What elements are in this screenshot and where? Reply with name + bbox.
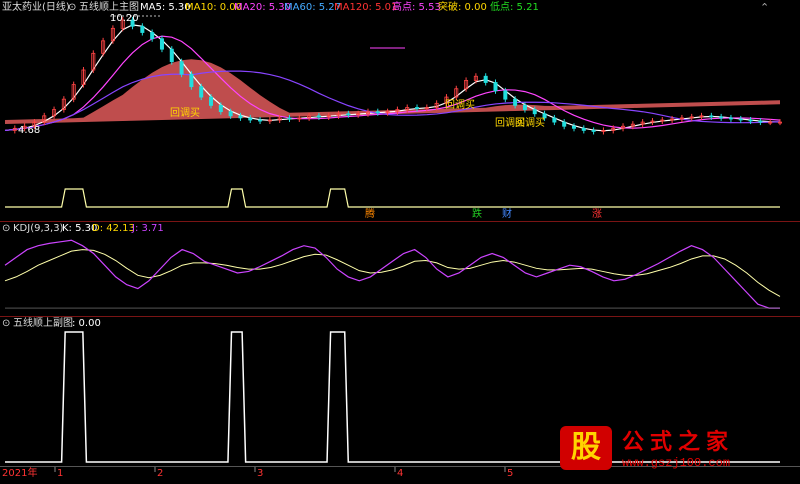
candle-body: [238, 115, 243, 119]
candle-body: [179, 61, 184, 75]
marker-die: 跌: [472, 209, 482, 220]
candle-body: [140, 25, 145, 33]
collapse-icon[interactable]: ⌃: [760, 2, 769, 14]
candle-body: [591, 130, 596, 132]
candle-body: [169, 48, 174, 63]
stock-name[interactable]: 亚太药业(日线): [2, 2, 70, 14]
marker-cai: 财: [502, 209, 512, 220]
candle-body: [287, 117, 292, 120]
month-label: 4: [397, 468, 404, 479]
month-label: 1: [57, 468, 64, 479]
kdj-d-line: [4, 249, 781, 297]
candle-body: [758, 120, 763, 123]
candle-body: [532, 109, 537, 115]
candle-body: [209, 96, 214, 106]
candle-body: [199, 86, 204, 98]
candle-body: [150, 32, 155, 40]
ma20-label: MA20: 5.30: [234, 2, 292, 13]
kdj-k-line: [4, 239, 780, 309]
breakout-label: 突破: 0.00: [438, 2, 487, 13]
watermark-badge: 股: [560, 426, 612, 470]
signal-buy-4: 回调买: [515, 118, 545, 129]
candle-body: [719, 116, 724, 119]
candle-body: [415, 107, 420, 109]
main-signal-trace: [5, 188, 780, 208]
candle-body: [581, 127, 586, 131]
ma60-label: MA60: 5.27: [284, 2, 342, 13]
candle-body: [483, 75, 488, 83]
signal-buy-1: 回调买: [170, 108, 200, 119]
month-label: 3: [257, 468, 264, 479]
settings-icon[interactable]: ⊙: [2, 318, 10, 330]
marker-zhang: 涨: [592, 209, 602, 220]
sub-value: : 0.00: [72, 318, 101, 329]
panel-separator: [0, 221, 800, 222]
candle-body: [258, 119, 263, 122]
price-min-label: 4.68: [18, 125, 41, 136]
candle-body: [728, 117, 733, 120]
kdj-j-label: J: 3.71: [132, 223, 164, 234]
candle-body: [748, 119, 753, 122]
candle-body: [346, 113, 351, 116]
kdj-title[interactable]: KDJ(9,3,3): [13, 223, 63, 235]
candle-body: [159, 38, 164, 50]
candle-body: [493, 82, 498, 92]
settings-icon[interactable]: ⊙: [2, 223, 10, 235]
candle-body: [522, 105, 527, 110]
ma5-label: MA5: 5.30: [140, 2, 191, 13]
price-max-label: 10.20: [110, 13, 139, 24]
watermark-title: 公式之家: [622, 429, 735, 455]
candle-body: [375, 111, 380, 114]
month-label: 5: [507, 468, 514, 479]
panel-separator: [0, 316, 800, 317]
candle-body: [316, 115, 321, 118]
candle-body: [552, 117, 557, 123]
month-label: 2: [157, 468, 164, 479]
candle-body: [189, 73, 194, 88]
chart-stage: [0, 0, 800, 481]
watermark-url: www.gszj100.com: [622, 456, 731, 470]
sub-title[interactable]: 五线顺上副图: [13, 318, 73, 330]
kdj-d-label: D: 42.13: [92, 223, 135, 234]
candle-body: [738, 118, 743, 121]
candle-body: [248, 117, 253, 121]
candle-body: [513, 98, 518, 106]
candle-body: [562, 121, 567, 127]
candle-body: [503, 90, 508, 100]
candle-body: [709, 115, 714, 118]
candlestick-chart[interactable]: [0, 0, 800, 481]
year-label: 2021年: [2, 468, 38, 479]
high-point-label: 高点: 5.53: [392, 2, 441, 13]
candle-body: [218, 105, 223, 113]
marker-teng: 腾: [365, 209, 375, 220]
settings-icon[interactable]: ⊙: [68, 2, 76, 14]
candle-body: [571, 125, 576, 129]
candle-body: [228, 111, 233, 117]
low-point-label: 低点: 5.21: [490, 2, 539, 13]
watermark-logo: 股 公式之家 www.gszj100.com: [560, 424, 796, 476]
ma120-label: MA120: 5.01: [334, 2, 398, 13]
signal-buy-2: 回调买: [445, 100, 475, 111]
